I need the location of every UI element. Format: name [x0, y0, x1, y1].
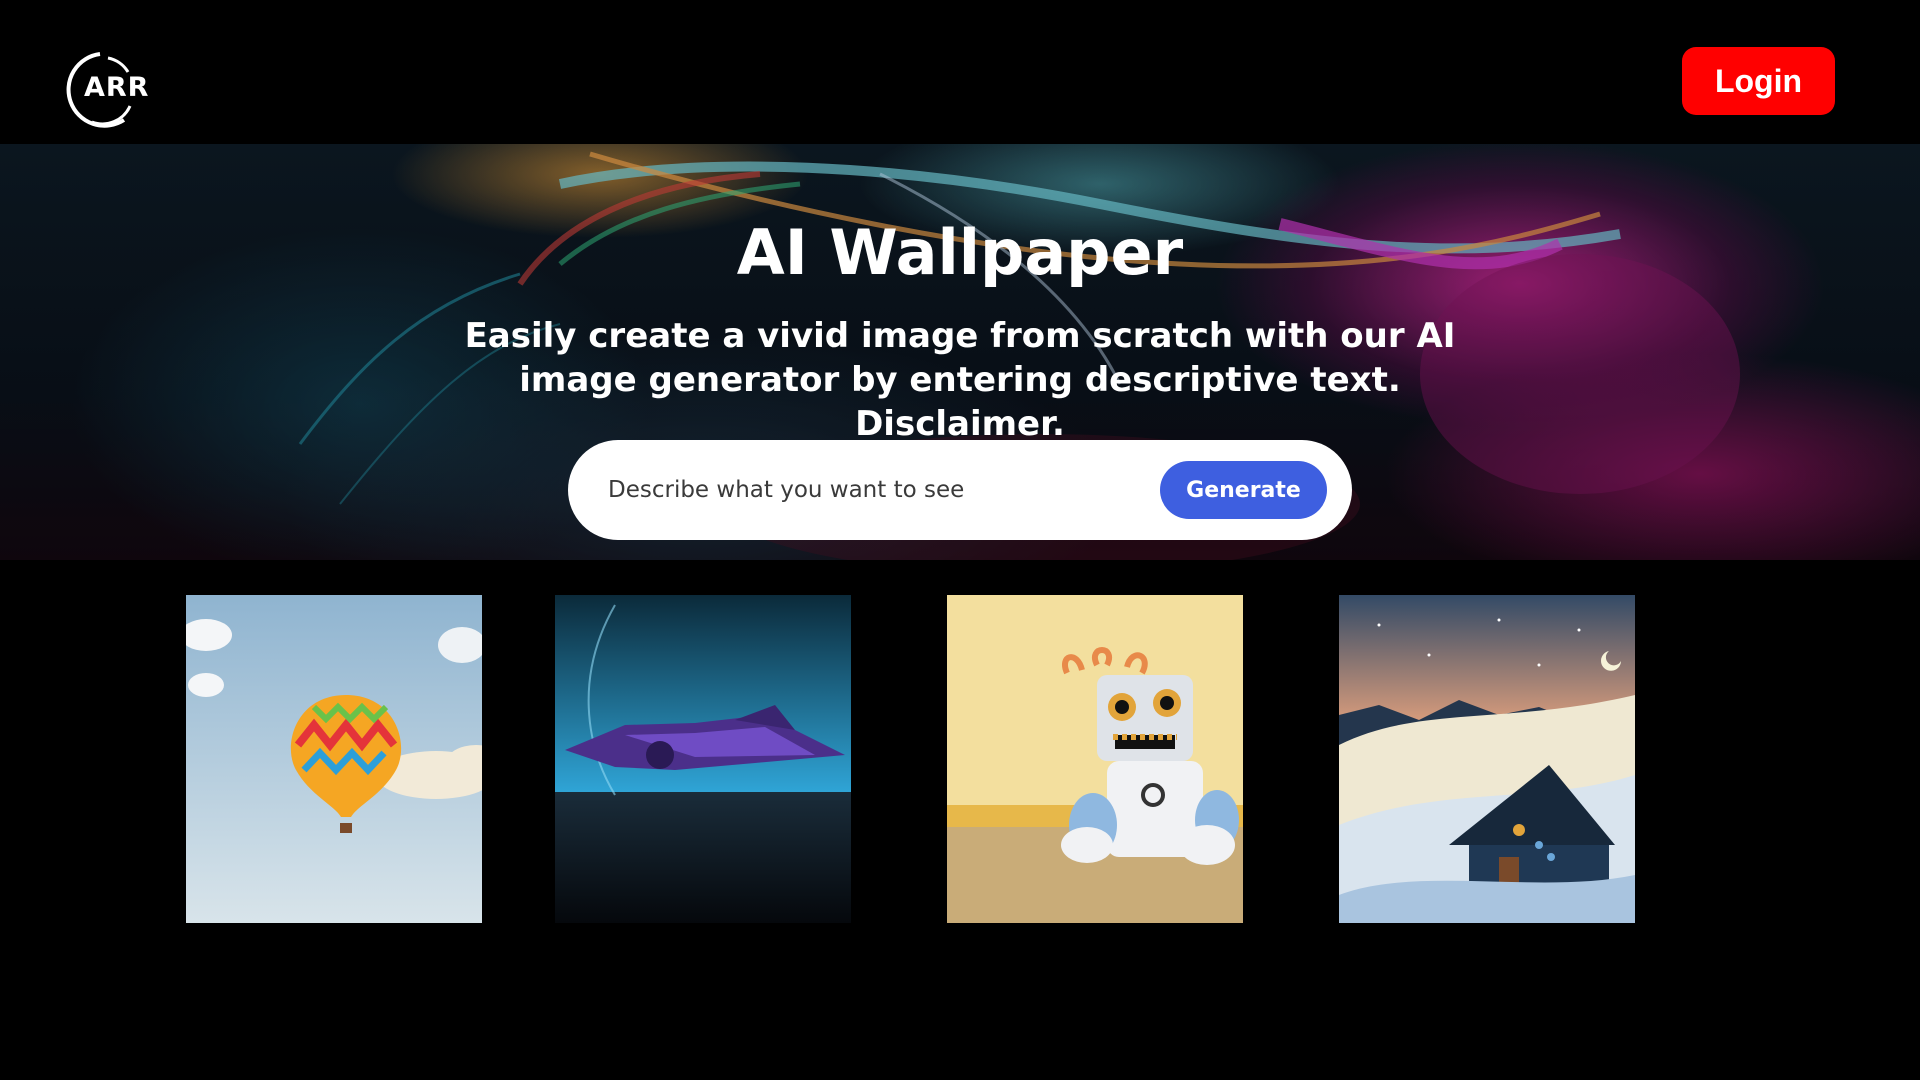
plush-robot-image — [947, 595, 1243, 923]
generate-button[interactable]: Generate — [1160, 461, 1327, 519]
gallery-item-spaceship[interactable] — [555, 595, 851, 923]
hero-subtitle: Easily create a vivid image from scratch… — [464, 316, 1456, 444]
gallery-item-snowy-cabin[interactable] — [1339, 595, 1635, 923]
hot-air-balloon-image — [186, 595, 482, 923]
login-button[interactable]: Login — [1682, 47, 1835, 115]
page-title: AI Wallpaper — [736, 216, 1184, 289]
top-bar: ARR Login — [0, 0, 1920, 144]
hero-banner: AI Wallpaper Easily create a vivid image… — [0, 144, 1920, 560]
gallery-item-hot-air-balloon[interactable] — [186, 595, 482, 923]
spaceship-image — [555, 595, 851, 923]
prompt-search-bar: Generate — [568, 440, 1352, 540]
logo-text: ARR — [84, 72, 150, 103]
snowy-cabin-image — [1339, 595, 1635, 923]
logo[interactable]: ARR — [46, 48, 164, 130]
gallery-item-plush-robot[interactable] — [947, 595, 1243, 923]
prompt-input[interactable] — [606, 460, 1126, 520]
